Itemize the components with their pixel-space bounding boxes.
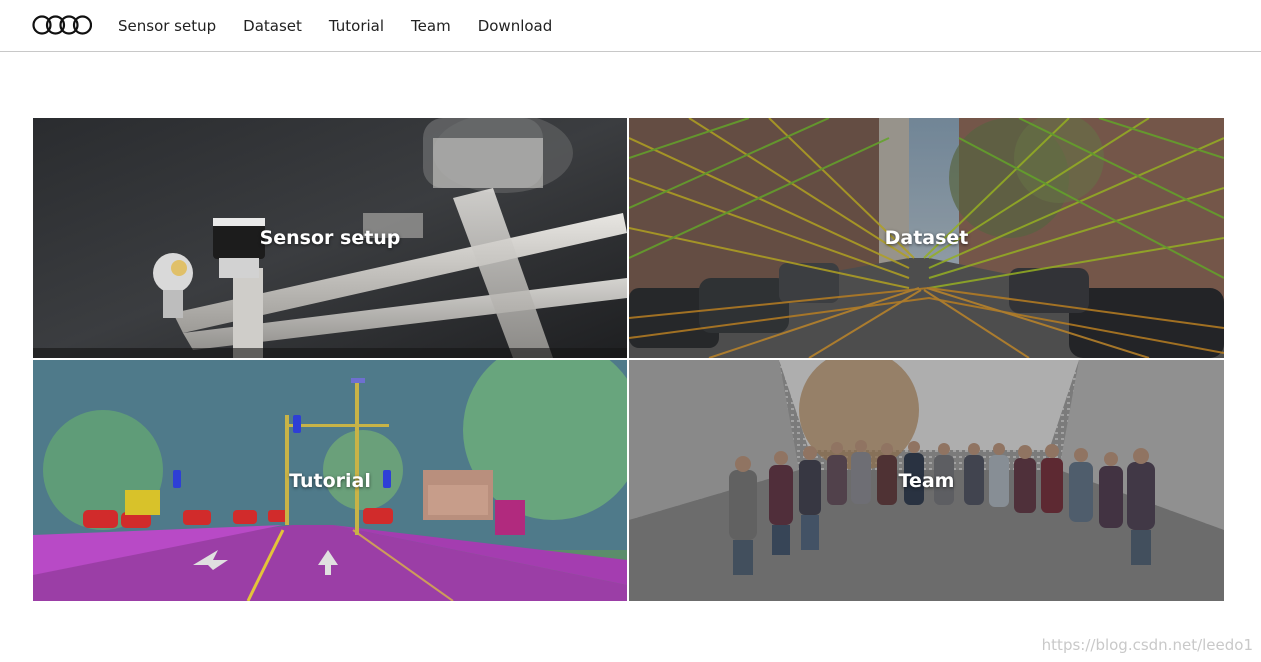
team-point-cloud-photo xyxy=(629,360,1224,601)
nav-link-tutorial[interactable]: Tutorial xyxy=(329,17,384,35)
street-lidar-projection-photo xyxy=(629,118,1224,358)
tile-tutorial[interactable]: Tutorial xyxy=(33,360,627,601)
top-navbar: Sensor setup Dataset Tutorial Team Downl… xyxy=(0,0,1261,52)
nav-links: Sensor setup Dataset Tutorial Team Downl… xyxy=(118,0,579,52)
semantic-segmentation-street-photo xyxy=(33,360,627,601)
lidar-sensor-rig-photo xyxy=(33,118,627,358)
tile-dataset[interactable]: Dataset xyxy=(629,118,1224,358)
feature-tile-grid: Sensor setup Dataset Tutorial Team xyxy=(33,118,1224,601)
audi-rings-icon[interactable] xyxy=(32,13,92,37)
watermark-text: https://blog.csdn.net/leedo1 xyxy=(1041,636,1253,654)
nav-link-dataset[interactable]: Dataset xyxy=(243,17,302,35)
nav-link-download[interactable]: Download xyxy=(478,17,553,35)
tile-sensor-setup[interactable]: Sensor setup xyxy=(33,118,627,358)
nav-link-team[interactable]: Team xyxy=(411,17,451,35)
nav-link-sensor-setup[interactable]: Sensor setup xyxy=(118,17,216,35)
tile-team[interactable]: Team xyxy=(629,360,1224,601)
